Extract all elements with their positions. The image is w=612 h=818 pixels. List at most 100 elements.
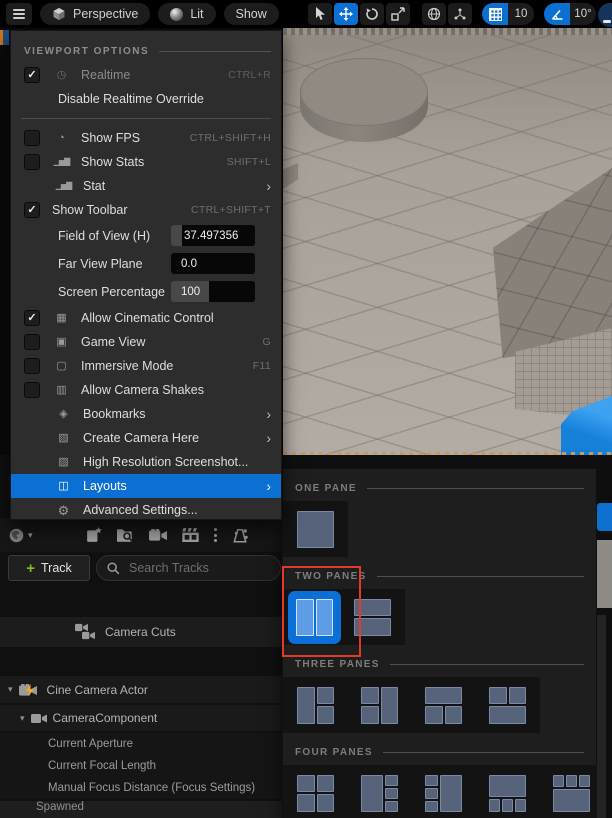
layout-option-three-panes-bottom-split[interactable]	[425, 687, 462, 724]
checkbox-unchecked[interactable]	[24, 130, 40, 146]
track-spawned[interactable]: Spawned	[0, 801, 283, 818]
right-edge-panel-fragment	[597, 455, 612, 818]
expander-triangle-icon[interactable]: ▾	[8, 685, 13, 694]
viewport-options-menu-button[interactable]	[6, 3, 32, 25]
section-header-four-panes: FOUR PANES	[295, 745, 584, 759]
browse-sequence-icon[interactable]	[117, 528, 134, 543]
layout-option-three-panes-left-split[interactable]	[361, 687, 398, 724]
layout-option-four-panes-grid[interactable]	[297, 775, 334, 812]
track-camera-cuts[interactable]: Camera Cuts	[0, 617, 283, 647]
track-label: Cine Camera Actor	[47, 683, 148, 697]
track-current-focal-length[interactable]: Current Focal Length	[0, 755, 283, 777]
menu-item-bookmarks[interactable]: ◈ Bookmarks ›	[11, 402, 281, 426]
layouts-icon: ◫	[54, 481, 73, 492]
rotation-snap-value[interactable]: 10°	[570, 3, 596, 25]
menu-item-show-toolbar[interactable]: ✓ Show Toolbar CTRL+SHIFT+T	[11, 198, 281, 222]
checkbox-unchecked[interactable]	[24, 382, 40, 398]
three-panes-options	[283, 677, 540, 733]
save-sequence-icon[interactable]	[86, 527, 102, 543]
layout-option-two-panes-side-by-side[interactable]	[288, 591, 341, 644]
select-tool-button[interactable]	[308, 3, 332, 25]
surface-snapping-button[interactable]	[448, 3, 472, 25]
track-current-aperture[interactable]: Current Aperture	[0, 733, 283, 755]
menu-item-allow-camera-shakes[interactable]: ▥ Allow Camera Shakes	[11, 378, 281, 402]
angle-icon	[551, 9, 564, 20]
expander-triangle-icon[interactable]: ▾	[20, 714, 25, 723]
perspective-button[interactable]: Perspective	[40, 3, 150, 25]
camera-icon[interactable]	[149, 529, 167, 542]
layout-option-one-pane[interactable]	[297, 511, 334, 548]
occluded-panel-fragment	[597, 615, 606, 818]
menu-item-allow-cinematic-control[interactable]: ✓ ▦ Allow Cinematic Control	[11, 306, 281, 330]
playback-options-icon[interactable]	[232, 528, 248, 543]
spawnable-bolt-icon	[26, 684, 34, 696]
menu-item-far-view-plane: Far View Plane	[11, 250, 281, 278]
world-selector-button[interactable]: ▾	[8, 527, 33, 544]
menu-item-immersive-mode[interactable]: ▢ Immersive Mode F11	[11, 354, 281, 378]
menu-item-realtime[interactable]: ✓ ◷ Realtime CTRL+R	[11, 63, 281, 87]
track-camera-component[interactable]: ▾ CameraComponent	[0, 705, 283, 731]
camera-speed-button-fragment[interactable]	[598, 3, 612, 27]
checkbox-unchecked[interactable]	[24, 358, 40, 374]
search-tracks-input[interactable]	[127, 560, 270, 576]
game-view-icon: ▣	[52, 337, 71, 348]
menu-item-show-fps[interactable]: ◔ Show FPS CTRL+SHIFT+H	[11, 126, 281, 150]
viewport-options-menu: VIEWPORT OPTIONS ✓ ◷ Realtime CTRL+R Dis…	[10, 30, 282, 520]
menu-item-stat[interactable]: ▁▅▇ Stat ›	[11, 174, 281, 198]
show-flags-button[interactable]: Show	[224, 3, 279, 25]
menu-item-layouts[interactable]: ◫ Layouts ›	[11, 474, 281, 498]
plus-icon: +	[26, 561, 35, 576]
checkbox-checked[interactable]: ✓	[24, 67, 40, 83]
menu-item-show-stats[interactable]: ▁▅▇ Show Stats SHIFT+L	[11, 150, 281, 174]
globe-icon	[427, 7, 441, 21]
create-camera-icon: ▧	[54, 433, 73, 444]
rotation-snap-control[interactable]: 10°	[544, 3, 596, 25]
menu-item-create-camera-here[interactable]: ▧ Create Camera Here ›	[11, 426, 281, 450]
search-tracks-box[interactable]	[96, 555, 281, 581]
menu-item-screen-percentage: Screen Percentage	[11, 278, 281, 306]
checkbox-checked[interactable]: ✓	[24, 202, 40, 218]
move-tool-button[interactable]	[334, 3, 358, 25]
add-track-button[interactable]: + Track	[8, 555, 90, 581]
render-movie-icon[interactable]	[182, 528, 199, 542]
checkbox-unchecked[interactable]	[24, 334, 40, 350]
far-view-plane-input[interactable]	[171, 253, 255, 274]
menu-item-game-view[interactable]: ▣ Game View G	[11, 330, 281, 354]
viewport-3d[interactable]	[283, 28, 612, 455]
screen-percentage-input[interactable]	[171, 281, 255, 302]
checkbox-unchecked[interactable]	[24, 154, 40, 170]
menu-item-label: Show FPS	[81, 131, 140, 145]
menu-item-disable-realtime-override[interactable]: Disable Realtime Override	[11, 87, 281, 111]
grid-snap-control[interactable]: 10	[482, 3, 534, 25]
rotation-snap-toggle[interactable]	[544, 3, 570, 25]
menu-item-label: Stat	[83, 179, 105, 193]
menu-item-label: Disable Realtime Override	[58, 92, 204, 106]
track-manual-focus-distance[interactable]: Manual Focus Distance (Focus Settings)	[0, 777, 283, 799]
scale-tool-button[interactable]	[386, 3, 410, 25]
layout-option-four-panes-top-row[interactable]	[553, 775, 590, 812]
grid-snap-value[interactable]: 10	[508, 3, 534, 25]
submenu-chevron-icon: ›	[266, 407, 271, 421]
menu-item-label: Game View	[81, 335, 145, 349]
track-cine-camera-actor[interactable]: ▾ Cine Camera Actor	[0, 676, 283, 703]
menu-item-advanced-settings[interactable]: ⚙ Advanced Settings...	[11, 498, 281, 522]
lit-mode-button[interactable]: Lit	[158, 3, 215, 25]
world-coordinate-button[interactable]	[422, 3, 446, 25]
layout-option-four-panes-left-column[interactable]	[425, 775, 462, 812]
cube-icon	[52, 7, 66, 21]
viewport-horizon-dither	[283, 28, 612, 35]
shortcut-label: CTRL+SHIFT+T	[191, 204, 271, 216]
grid-snap-toggle[interactable]	[482, 3, 508, 25]
layout-option-three-panes-right-split[interactable]	[297, 687, 334, 724]
layout-option-three-panes-top-split[interactable]	[489, 687, 526, 724]
menu-item-high-resolution-screenshot[interactable]: ▨ High Resolution Screenshot...	[11, 450, 281, 474]
layout-option-four-panes-bottom-row[interactable]	[489, 775, 526, 812]
more-options-icon[interactable]	[214, 528, 217, 542]
layout-option-two-panes-stacked[interactable]	[354, 599, 391, 636]
field-of-view-input[interactable]	[171, 225, 255, 246]
shortcut-label: SHIFT+L	[227, 156, 271, 168]
rotate-tool-button[interactable]	[360, 3, 384, 25]
track-label: Spawned	[36, 801, 84, 813]
layout-option-four-panes-right-column[interactable]	[361, 775, 398, 812]
checkbox-checked[interactable]: ✓	[24, 310, 40, 326]
